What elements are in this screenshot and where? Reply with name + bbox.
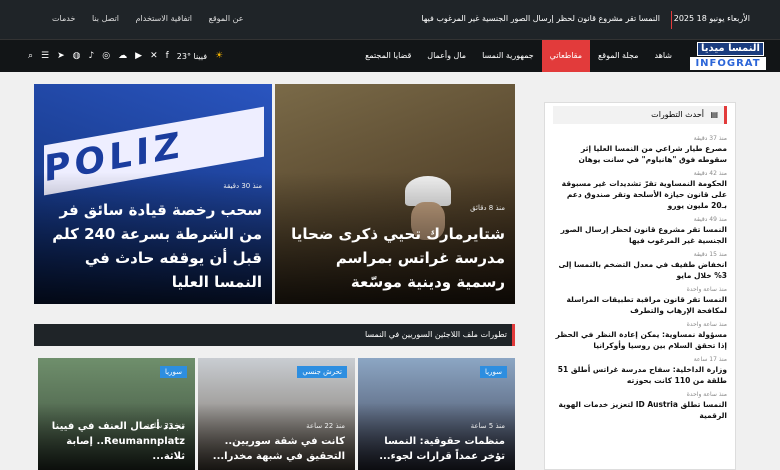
article-card[interactable]: تحرش جنسي منذ 22 ساعة كانت في شقة سوريين… — [198, 358, 355, 470]
tiktok-icon[interactable]: ♪ — [89, 51, 95, 61]
logo-line2: INFOGRAT — [690, 57, 766, 70]
item-title[interactable]: الحكومة النمساوية تقرّ تشديدات غير مسبوق… — [553, 178, 727, 211]
logo-line1: النمسا ميديا — [697, 42, 764, 56]
sidebar-header: ▤ أحدث التطورات — [553, 106, 727, 124]
list-item[interactable]: منذ ساعة واحدة النمسا تطلق ID Austria لتع… — [553, 391, 727, 421]
ticker-divider — [671, 11, 672, 29]
item-time: منذ ساعة واحدة — [686, 286, 727, 293]
article-title[interactable]: كانت في شقة سوريين.. التحقيق في شبهة مخد… — [208, 434, 345, 464]
item-title[interactable]: النمسا تقر مشروع قانون لحظر إرسال الصور … — [553, 224, 727, 246]
document-icon: ▤ — [710, 110, 718, 119]
section-header[interactable]: تطورات ملف اللاجئين السوريين في النمسا — [34, 324, 515, 346]
item-time: منذ 17 ساعة — [693, 356, 727, 363]
hero-card[interactable]: POLIZ منذ 30 دقيقة سحب رخصة قيادة سائق ف… — [34, 84, 272, 304]
article-card[interactable]: سوريا منذ 5 ساعة منظمات حقوقية: النمسا ت… — [358, 358, 515, 470]
soundcloud-icon[interactable]: ☁ — [118, 51, 127, 61]
nav-icons: ⌕ ☰ ➤ ◍ ♪ ◎ ☁ ▶ ✕ f 23° فيينا ☀ — [28, 40, 223, 72]
telegram-icon[interactable]: ➤ — [57, 51, 65, 61]
list-item[interactable]: منذ ساعة واحدة مسؤولة نمساوية: يمكن إعادة… — [553, 321, 727, 351]
category-badge[interactable]: سوريا — [480, 366, 507, 378]
list-item[interactable]: منذ 42 دقيقة الحكومة النمساوية تقرّ تشديد… — [553, 170, 727, 211]
current-date: الأربعاء يونيو 18 2025 — [673, 14, 750, 23]
list-item[interactable]: منذ 49 دقيقة النمسا تقر مشروع قانون لحظر … — [553, 216, 727, 246]
nav-society[interactable]: قضايا المجتمع — [357, 40, 419, 72]
top-bar: الأربعاء يونيو 18 2025 النمسا تقر مشروع … — [0, 0, 780, 40]
list-item[interactable]: منذ ساعة واحدة النمسا تقر قانون مراقبة تط… — [553, 286, 727, 316]
item-title[interactable]: مسؤولة نمساوية: يمكن إعادة النظر في الحظ… — [553, 329, 727, 351]
item-time: منذ ساعة واحدة — [686, 391, 727, 398]
article-title[interactable]: منظمات حقوقية: النمسا تؤخر عمداً قرارات … — [368, 434, 505, 464]
hero-time: منذ 8 دقائق — [470, 204, 505, 212]
item-title[interactable]: مصرع طيار شراعي من النمسا العليا إثر سقو… — [553, 143, 727, 165]
list-item[interactable]: منذ 37 دقيقة مصرع طيار شراعي من النمسا ال… — [553, 135, 727, 165]
item-time: منذ 42 دقيقة — [693, 170, 727, 177]
nav-my-clips[interactable]: مقاطعاتي — [541, 40, 590, 72]
x-icon[interactable]: ✕ — [150, 51, 158, 61]
main-nav: النمسا ميديا INFOGRAT شاهد مجلة الموقع م… — [0, 40, 780, 72]
list-item[interactable]: منذ 17 ساعة وزارة الداخلية: سفاح مدرسة غر… — [553, 356, 727, 386]
search-icon[interactable]: ⌕ — [28, 51, 33, 61]
item-time: منذ 15 دقيقة — [693, 251, 727, 258]
menu-icon[interactable]: ☰ — [41, 51, 49, 61]
latest-sidebar: ▤ أحدث التطورات منذ 37 دقيقة مصرع طيار شر… — [544, 102, 736, 470]
nav-business[interactable]: مال وأعمال — [419, 40, 474, 72]
whatsapp-icon[interactable]: ◍ — [73, 51, 81, 61]
youtube-icon[interactable]: ▶ — [135, 51, 142, 61]
instagram-icon[interactable]: ◎ — [102, 51, 110, 61]
item-time: منذ ساعة واحدة — [686, 321, 727, 328]
item-title[interactable]: النمسا تطلق ID Austria لتعزيز خدمات الهو… — [553, 399, 727, 421]
nav-austria[interactable]: جمهورية النمسا — [474, 40, 542, 72]
facebook-icon[interactable]: f — [166, 51, 169, 61]
category-badge[interactable]: تحرش جنسي — [297, 366, 347, 378]
site-logo[interactable]: النمسا ميديا INFOGRAT — [690, 42, 766, 70]
top-links: عن الموقع اتفاقية الاستخدام اتصل بنا خدم… — [38, 14, 243, 23]
link-services[interactable]: خدمات — [52, 14, 75, 23]
section-title: تطورات ملف اللاجئين السوريين في النمسا — [364, 330, 507, 339]
sun-icon: ☀ — [215, 51, 224, 61]
article-time: منذ 5 ساعة — [470, 422, 505, 430]
weather-text: 23° فيينا — [176, 51, 208, 61]
item-time: منذ 37 دقيقة — [693, 135, 727, 142]
item-title[interactable]: النمسا تقر قانون مراقبة تطبيقات المراسلة… — [553, 294, 727, 316]
latest-list: منذ 37 دقيقة مصرع طيار شراعي من النمسا ال… — [553, 135, 727, 426]
article-title[interactable]: تجدد أعمال العنف في فيينا Reumannplatz..… — [48, 419, 185, 464]
article-card[interactable]: سوريا منذ 23 ساعة تجدد أعمال العنف في في… — [38, 358, 195, 470]
sidebar-title: أحدث التطورات — [651, 110, 704, 119]
list-item[interactable]: منذ 15 دقيقة انخفاض طفيف في معدل التضخم ب… — [553, 251, 727, 281]
link-contact[interactable]: اتصل بنا — [92, 14, 119, 23]
nav-watch[interactable]: شاهد — [646, 40, 680, 72]
hero-title[interactable]: شتايرمارك تحيي ذكرى ضحايا مدرسة غراتس بم… — [285, 222, 505, 294]
article-time: منذ 22 ساعة — [306, 422, 345, 430]
hero-card[interactable]: منذ 8 دقائق شتايرمارك تحيي ذكرى ضحايا مد… — [275, 84, 515, 304]
nav-menu: شاهد مجلة الموقع مقاطعاتي جمهورية النمسا… — [357, 40, 680, 72]
link-terms[interactable]: اتفاقية الاستخدام — [136, 14, 192, 23]
main-content: منذ 8 دقائق شتايرمارك تحيي ذكرى ضحايا مد… — [0, 72, 780, 470]
category-badge[interactable]: سوريا — [160, 366, 187, 378]
hero-time: منذ 30 دقيقة — [223, 182, 262, 190]
link-about[interactable]: عن الموقع — [209, 14, 244, 23]
breaking-ticker[interactable]: النمسا تقر مشروع قانون لحظر إرسال الصور … — [360, 14, 660, 23]
item-time: منذ 49 دقيقة — [693, 216, 727, 223]
nav-magazine[interactable]: مجلة الموقع — [590, 40, 646, 72]
item-title[interactable]: انخفاض طفيف في معدل التضخم بالنمسا إلى 3… — [553, 259, 727, 281]
hero-title[interactable]: سحب رخصة قيادة سائق فر من الشرطة بسرعة 2… — [44, 198, 262, 294]
item-title[interactable]: وزارة الداخلية: سفاح مدرسة غراتس أطلق 51… — [553, 364, 727, 386]
